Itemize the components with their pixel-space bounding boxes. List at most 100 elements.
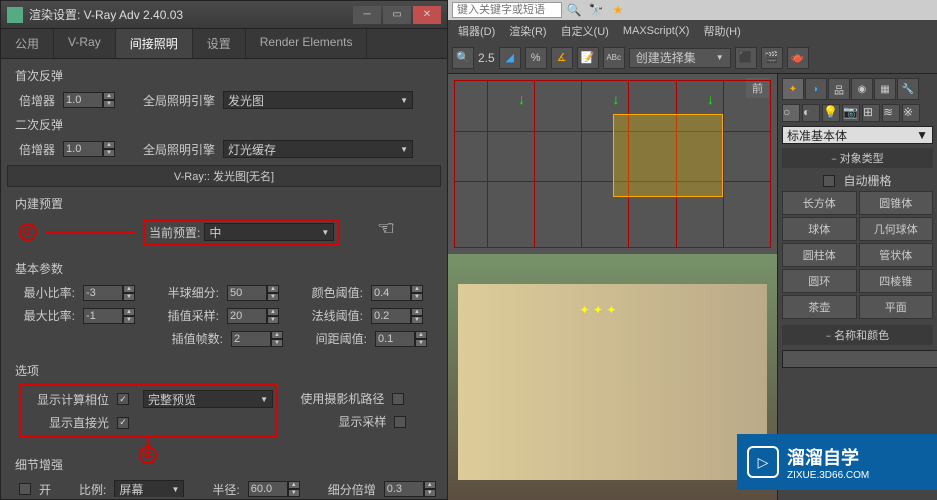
- tab-vray[interactable]: V-Ray: [54, 29, 116, 58]
- primary-engine-dropdown[interactable]: 发光图▼: [223, 91, 413, 109]
- menu-render[interactable]: 渲染(R): [503, 21, 552, 41]
- minimize-button[interactable]: ─: [353, 6, 381, 24]
- detail-on-checkbox[interactable]: [19, 483, 31, 495]
- hsph-spinner[interactable]: ▲▼: [227, 285, 279, 301]
- color-thresh-spinner[interactable]: ▲▼: [371, 285, 423, 301]
- menu-help[interactable]: 帮助(H): [697, 21, 746, 41]
- show-samples-checkbox[interactable]: [394, 416, 406, 428]
- plane-button[interactable]: 平面: [859, 295, 934, 319]
- systems-icon[interactable]: ※: [902, 104, 920, 122]
- teapot-button[interactable]: 茶壶: [782, 295, 857, 319]
- help-icon[interactable]: ?: [632, 2, 648, 18]
- lights-icon[interactable]: 💡: [822, 104, 840, 122]
- irradiance-map-header[interactable]: V-Ray:: 发光图[无名]: [7, 165, 441, 187]
- cone-button[interactable]: 圆锥体: [859, 191, 934, 215]
- angle-snap-icon[interactable]: ∡: [551, 47, 573, 69]
- editor-icon[interactable]: 📝: [577, 47, 599, 69]
- menu-maxscript[interactable]: MAXScript(X): [617, 23, 696, 39]
- secondary-multiplier-label: 倍增器: [19, 141, 55, 158]
- menu-customize[interactable]: 自定义(U): [555, 21, 615, 41]
- render-icon[interactable]: 🎬: [761, 47, 783, 69]
- spinner-up-icon[interactable]: ▲: [103, 141, 115, 149]
- snap-icon[interactable]: ◢: [499, 47, 521, 69]
- magnify-icon[interactable]: 🔍: [452, 47, 474, 69]
- ratio-dropdown[interactable]: 屏幕▼: [114, 480, 184, 497]
- tube-button[interactable]: 管状体: [859, 243, 934, 267]
- close-icon[interactable]: ✕: [698, 2, 714, 18]
- object-type-header[interactable]: − 对象类型: [782, 148, 933, 168]
- menu-editor[interactable]: 辑器(D): [452, 21, 501, 41]
- binoculars-icon[interactable]: 🔭: [588, 2, 604, 18]
- secondary-multiplier-input[interactable]: [63, 141, 103, 157]
- material-icon[interactable]: ⬛: [735, 47, 757, 69]
- motion-tab[interactable]: ◉: [851, 78, 873, 100]
- helpers-icon[interactable]: ⊞: [862, 104, 880, 122]
- preset-dropdown[interactable]: 中▼: [204, 223, 334, 241]
- maximize-button[interactable]: ▭: [383, 6, 411, 24]
- hierarchy-tab[interactable]: 品: [828, 78, 850, 100]
- show-direct-checkbox[interactable]: ✓: [117, 417, 129, 429]
- caret-down-icon: ▼: [260, 395, 268, 404]
- interp-spinner[interactable]: ▲▼: [227, 308, 279, 324]
- primitive-type-dropdown[interactable]: 标准基本体 ▼: [782, 126, 933, 144]
- use-cam-checkbox[interactable]: [392, 393, 404, 405]
- torus-button[interactable]: 圆环: [782, 269, 857, 293]
- percent-icon[interactable]: %: [525, 47, 547, 69]
- geometry-icon[interactable]: ○: [782, 104, 800, 122]
- pyramid-button[interactable]: 四棱锥: [859, 269, 934, 293]
- tab-settings[interactable]: 设置: [193, 29, 246, 58]
- abc-icon[interactable]: ABc: [603, 47, 625, 69]
- search-input[interactable]: [452, 2, 562, 18]
- sphere-button[interactable]: 球体: [782, 217, 857, 241]
- basic-params-header: 基本参数: [7, 256, 441, 281]
- min-rate-spinner[interactable]: ▲▼: [83, 285, 135, 301]
- teapot-icon[interactable]: 🫖: [787, 47, 809, 69]
- interp-frames-spinner[interactable]: ▲▼: [231, 331, 283, 347]
- search-icon[interactable]: 🔍: [566, 2, 582, 18]
- preset-section-header: 内建预置: [7, 191, 441, 216]
- secondary-engine-dropdown[interactable]: 灯光缓存▼: [223, 140, 413, 158]
- star-icon[interactable]: ★: [610, 2, 626, 18]
- show-calc-checkbox[interactable]: ✓: [117, 393, 129, 405]
- secondary-multiplier-spinner[interactable]: ▲▼: [63, 141, 115, 157]
- spinner-up-icon[interactable]: ▲: [103, 92, 115, 100]
- close-button[interactable]: ✕: [413, 6, 441, 24]
- display-tab[interactable]: ▦: [874, 78, 896, 100]
- auto-grid-checkbox[interactable]: [823, 175, 835, 187]
- caret-down-icon: ▼: [916, 128, 928, 142]
- secondary-bounce-header: 二次反弹: [7, 112, 441, 137]
- selection-set-dropdown[interactable]: 创建选择集 ▼: [629, 48, 731, 68]
- spinner-down-icon[interactable]: ▼: [103, 149, 115, 157]
- dist-thresh-spinner[interactable]: ▲▼: [375, 331, 427, 347]
- subdiv-spinner[interactable]: ▲▼: [384, 481, 436, 497]
- utilities-tab[interactable]: 🔧: [897, 78, 919, 100]
- titlebar[interactable]: 渲染设置: V-Ray Adv 2.40.03 ─ ▭ ✕: [1, 1, 447, 29]
- viewport-camera[interactable]: ✦ ✦ ✦: [448, 254, 777, 500]
- viewport-front[interactable]: 前 ↓ ↓ ↓: [448, 74, 777, 254]
- tab-indirect-lighting[interactable]: 间接照明: [116, 29, 193, 58]
- minimize-icon[interactable]: ─: [654, 2, 670, 18]
- tab-common[interactable]: 公用: [1, 29, 54, 58]
- radius-spinner[interactable]: ▲▼: [248, 481, 300, 497]
- primary-multiplier-input[interactable]: [63, 92, 103, 108]
- ratio-label: 比例:: [79, 481, 106, 498]
- spinner-down-icon[interactable]: ▼: [103, 100, 115, 108]
- box-button[interactable]: 长方体: [782, 191, 857, 215]
- max-rate-spinner[interactable]: ▲▼: [83, 308, 135, 324]
- cameras-icon[interactable]: 📷: [842, 104, 860, 122]
- primary-multiplier-spinner[interactable]: ▲▼: [63, 92, 115, 108]
- name-color-header[interactable]: − 名称和颜色: [782, 325, 933, 345]
- hsph-label: 半球细分:: [163, 284, 219, 301]
- normal-thresh-spinner[interactable]: ▲▼: [371, 308, 423, 324]
- create-tab[interactable]: ✦: [782, 78, 804, 100]
- object-name-input[interactable]: [782, 350, 937, 368]
- modify-tab[interactable]: ◗: [805, 78, 827, 100]
- tab-render-elements[interactable]: Render Elements: [246, 29, 368, 58]
- cylinder-button[interactable]: 圆柱体: [782, 243, 857, 267]
- menubar: 辑器(D) 渲染(R) 自定义(U) MAXScript(X) 帮助(H): [448, 20, 937, 42]
- geosphere-button[interactable]: 几何球体: [859, 217, 934, 241]
- spacewarps-icon[interactable]: ≋: [882, 104, 900, 122]
- maximize-icon[interactable]: ▭: [676, 2, 692, 18]
- shapes-icon[interactable]: ◐: [802, 104, 820, 122]
- preview-dropdown[interactable]: 完整预览▼: [143, 390, 273, 408]
